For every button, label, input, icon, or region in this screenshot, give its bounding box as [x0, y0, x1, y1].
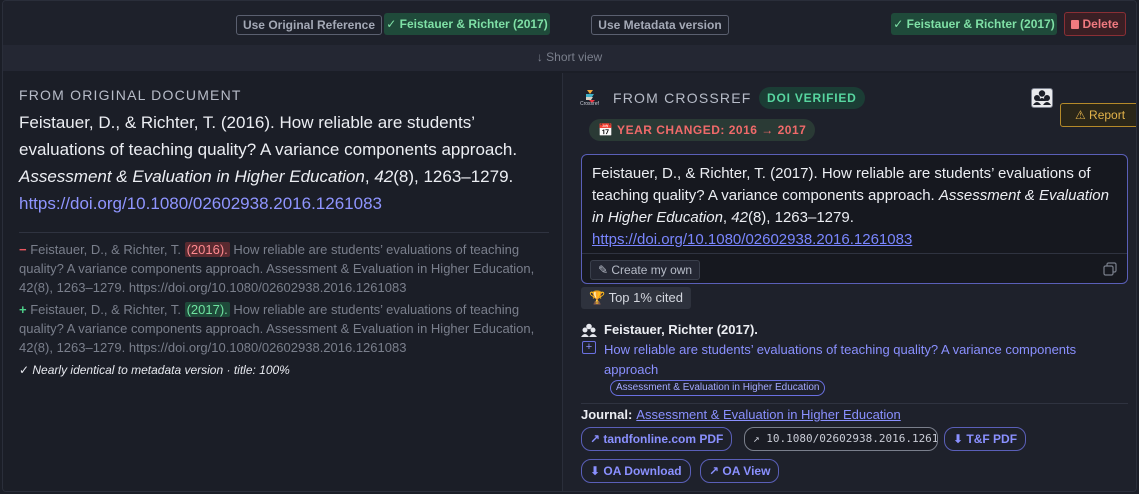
- article-title-link[interactable]: How reliable are students’ evaluations o…: [604, 340, 1124, 380]
- crossref-logo-icon: Crossref: [580, 90, 602, 107]
- similarity-note: ✓ Nearly identical to metadata version ·…: [19, 363, 290, 377]
- diff-added-change: (2017).: [184, 302, 230, 317]
- journal-link[interactable]: Assessment & Evaluation in Higher Educat…: [636, 407, 900, 422]
- expand-plus-icon[interactable]: +: [582, 341, 596, 354]
- journal-row: Journal: Assessment & Evaluation in Highe…: [581, 407, 901, 422]
- delete-label: Delete: [1082, 17, 1119, 31]
- oa-view-link[interactable]: ↗ OA View: [700, 459, 780, 483]
- reference-card: Use Original Reference ✓ Feistauer & Ric…: [2, 0, 1137, 492]
- tf-pdf-link[interactable]: ⬇ T&F PDF: [944, 427, 1027, 451]
- diff-added-prefix: Feistauer, D., & Richter, T.: [26, 302, 185, 317]
- year-changed-badge: 📅 YEAR CHANGED: 2016 → 2017: [589, 119, 816, 141]
- action-bar: Use Original Reference ✓ Feistauer & Ric…: [3, 1, 1136, 45]
- original-ref-journal: Assessment & Evaluation in Higher Educat…: [19, 167, 365, 186]
- original-panel: FROM ORIGINAL DOCUMENT Feistauer, D., & …: [3, 73, 561, 491]
- journal-chip[interactable]: Assessment & Evaluation in Higher Educat…: [610, 380, 826, 396]
- divider: [19, 232, 549, 233]
- trash-icon: [1071, 20, 1080, 29]
- diff-added-line: + Feistauer, D., & Richter, T. (2017). H…: [19, 300, 549, 357]
- diff-removed-prefix: Feistauer, D., & Richter, T.: [26, 242, 185, 257]
- crossref-section-title: FROM CROSSREF: [613, 90, 752, 106]
- delete-button[interactable]: Delete: [1064, 12, 1126, 36]
- original-ref-volume: 42: [374, 167, 394, 186]
- diff-removed-change: (2016).: [184, 242, 230, 257]
- people-icon: [1033, 90, 1051, 105]
- original-ref-pages: (8), 1263–1279.: [393, 167, 514, 186]
- diff-removed-line: − Feistauer, D., & Richter, T. (2016). H…: [19, 240, 549, 297]
- top-cited-badge: 🏆 Top 1% cited: [581, 287, 691, 309]
- crossref-reference: Feistauer, D., & Richter, T. (2017). How…: [592, 163, 1112, 251]
- copy-icon[interactable]: [1103, 262, 1117, 276]
- report-button[interactable]: ⚠ Report: [1060, 103, 1136, 127]
- crossref-logo-text: Crossref: [580, 101, 599, 107]
- doi-verified-badge: DOI VERIFIED: [759, 87, 865, 109]
- divider: [581, 403, 1128, 404]
- crossref-panel: Crossref FROM CROSSREF DOI VERIFIED 📅 YE…: [562, 73, 1136, 491]
- short-view-toggle[interactable]: ↓ Short view: [3, 45, 1136, 71]
- diff-added-sign: +: [19, 302, 27, 317]
- oa-download-link[interactable]: ⬇ OA Download: [581, 459, 691, 483]
- authors-line: Feistauer, Richter (2017).: [604, 322, 758, 337]
- use-original-button[interactable]: Use Original Reference: [236, 15, 382, 35]
- original-doi-link[interactable]: https://doi.org/10.1080/02602938.2016.12…: [19, 194, 382, 213]
- divider: [582, 253, 1127, 254]
- crossref-ref-volume: 42: [731, 209, 748, 226]
- original-ref-text: Feistauer, D., & Richter, T. (2016). How…: [19, 113, 518, 159]
- doi-copy-field[interactable]: ↗ 10.1080/02602938.2016.1261083: [744, 427, 938, 451]
- authors-button[interactable]: [1031, 88, 1053, 108]
- use-metadata-button[interactable]: Use Metadata version: [591, 15, 729, 35]
- tandfonline-pdf-link[interactable]: ↗ tandfonline.com PDF: [581, 427, 733, 451]
- crossref-doi-link[interactable]: https://doi.org/10.1080/02602938.2016.12…: [592, 231, 912, 248]
- original-ref-sep: ,: [364, 167, 375, 186]
- crossref-ref-sep: ,: [722, 209, 732, 226]
- original-reference: Feistauer, D., & Richter, T. (2016). How…: [19, 109, 539, 217]
- journal-label: Journal:: [581, 407, 633, 422]
- authors-icon: [581, 323, 597, 337]
- use-metadata-selected-badge[interactable]: ✓ Feistauer & Richter (2017): [891, 13, 1057, 35]
- diff-removed-sign: −: [19, 242, 27, 257]
- use-original-selected-badge[interactable]: ✓ Feistauer & Richter (2017): [384, 13, 550, 35]
- original-section-title: FROM ORIGINAL DOCUMENT: [19, 87, 242, 103]
- create-my-own-button[interactable]: ✎ Create my own: [590, 260, 701, 280]
- crossref-ref-pages: (8), 1263–1279.: [747, 209, 854, 226]
- crossref-reference-box[interactable]: Feistauer, D., & Richter, T. (2017). How…: [581, 154, 1128, 284]
